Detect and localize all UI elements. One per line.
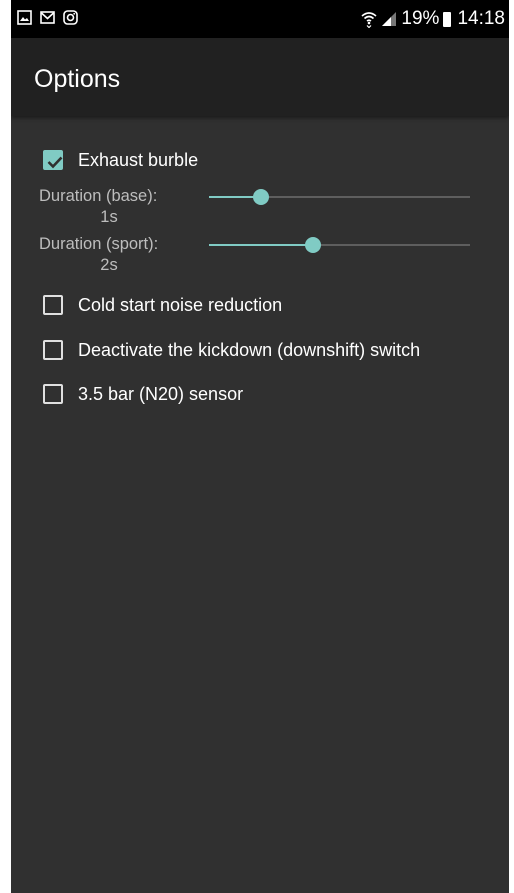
cold-start-option[interactable]: Cold start noise reduction — [43, 290, 282, 320]
gallery-icon — [17, 10, 32, 25]
app-bar: Options — [11, 38, 509, 116]
phone-screen: 19% 14:18 Options Exhaust burble Duratio… — [11, 0, 509, 893]
duration-base-row: Duration (base): 1s — [11, 186, 509, 232]
duration-sport-slider[interactable] — [209, 237, 470, 253]
duration-base-slider[interactable] — [209, 189, 470, 205]
status-bar: 19% 14:18 — [11, 0, 509, 38]
kickdown-checkbox[interactable] — [43, 340, 63, 360]
sensor-checkbox[interactable] — [43, 384, 63, 404]
duration-sport-value: 2s — [100, 256, 118, 274]
signal-icon — [382, 12, 397, 26]
cold-start-label: Cold start noise reduction — [78, 294, 283, 315]
battery-icon — [443, 11, 452, 27]
clock: 14:18 — [457, 8, 505, 29]
kickdown-label: Deactivate the kickdown (downshift) swit… — [78, 339, 421, 360]
sensor-label: 3.5 bar (N20) sensor — [78, 383, 244, 404]
duration-sport-label: Duration (sport): — [39, 235, 159, 253]
battery-percent: 19% — [401, 8, 440, 29]
duration-base-label: Duration (base): — [39, 187, 158, 205]
duration-base-value: 1s — [100, 208, 118, 226]
wifi-icon — [361, 12, 377, 28]
gmail-icon — [40, 11, 55, 24]
exhaust-burble-label: Exhaust burble — [78, 149, 199, 170]
check-icon — [47, 156, 63, 169]
exhaust-burble-option[interactable]: Exhaust burble — [43, 145, 198, 175]
instagram-icon — [63, 10, 78, 25]
exhaust-burble-checkbox[interactable] — [43, 150, 63, 170]
duration-sport-row: Duration (sport): 2s — [11, 234, 509, 280]
notification-icons — [17, 10, 78, 25]
duration-sport-slider-thumb[interactable] — [305, 237, 322, 253]
duration-sport-slider-fill — [209, 244, 314, 246]
cold-start-checkbox[interactable] — [43, 295, 63, 315]
kickdown-option[interactable]: Deactivate the kickdown (downshift) swit… — [43, 335, 420, 365]
duration-base-slider-thumb[interactable] — [253, 189, 270, 205]
sensor-option[interactable]: 3.5 bar (N20) sensor — [43, 379, 243, 409]
system-status: 19% 14:18 — [361, 8, 505, 30]
page-title: Options — [34, 65, 121, 93]
